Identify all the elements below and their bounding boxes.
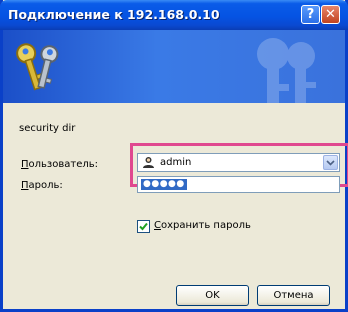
username-label-rest: ользователь: bbox=[28, 159, 99, 170]
keys-icon bbox=[16, 43, 59, 91]
help-icon: ? bbox=[306, 7, 315, 22]
password-label-accel: П bbox=[21, 180, 29, 191]
title-bar[interactable]: Подключение к 192.168.0.10 ? ✕ bbox=[0, 0, 348, 30]
dialog-content: security dir Пользователь: Пароль: admin… bbox=[3, 103, 348, 309]
password-label: Пароль: bbox=[21, 180, 63, 191]
window-title: Подключение к 192.168.0.10 bbox=[8, 7, 220, 22]
password-value: ●●●●● bbox=[141, 179, 187, 190]
password-label-rest: ароль: bbox=[28, 180, 63, 191]
help-button[interactable]: ? bbox=[301, 5, 320, 24]
dropdown-button[interactable] bbox=[323, 155, 338, 170]
username-label-accel: П bbox=[21, 159, 29, 170]
header-banner bbox=[3, 30, 345, 103]
ok-button[interactable]: OK bbox=[176, 285, 249, 306]
username-value: admin bbox=[160, 157, 192, 168]
realm-text: security dir bbox=[19, 123, 76, 134]
chevron-down-icon bbox=[326, 159, 335, 166]
username-label: Пользователь: bbox=[21, 159, 98, 170]
remember-label-rest: охранить пароль bbox=[160, 220, 251, 231]
remember-label-accel: С bbox=[154, 220, 161, 231]
close-button[interactable]: ✕ bbox=[321, 5, 340, 24]
remember-password-label[interactable]: Сохранить пароль bbox=[154, 220, 251, 231]
remember-password-checkbox[interactable] bbox=[137, 220, 150, 233]
close-icon: ✕ bbox=[325, 7, 336, 22]
login-dialog: Подключение к 192.168.0.10 ? ✕ security … bbox=[0, 0, 348, 312]
user-icon bbox=[143, 157, 154, 168]
cancel-button[interactable]: Отмена bbox=[257, 285, 330, 306]
checkmark-icon bbox=[139, 222, 148, 231]
username-combobox[interactable]: admin bbox=[137, 153, 340, 172]
keys-watermark-icon bbox=[257, 38, 316, 103]
password-field[interactable]: ●●●●● bbox=[137, 176, 340, 193]
